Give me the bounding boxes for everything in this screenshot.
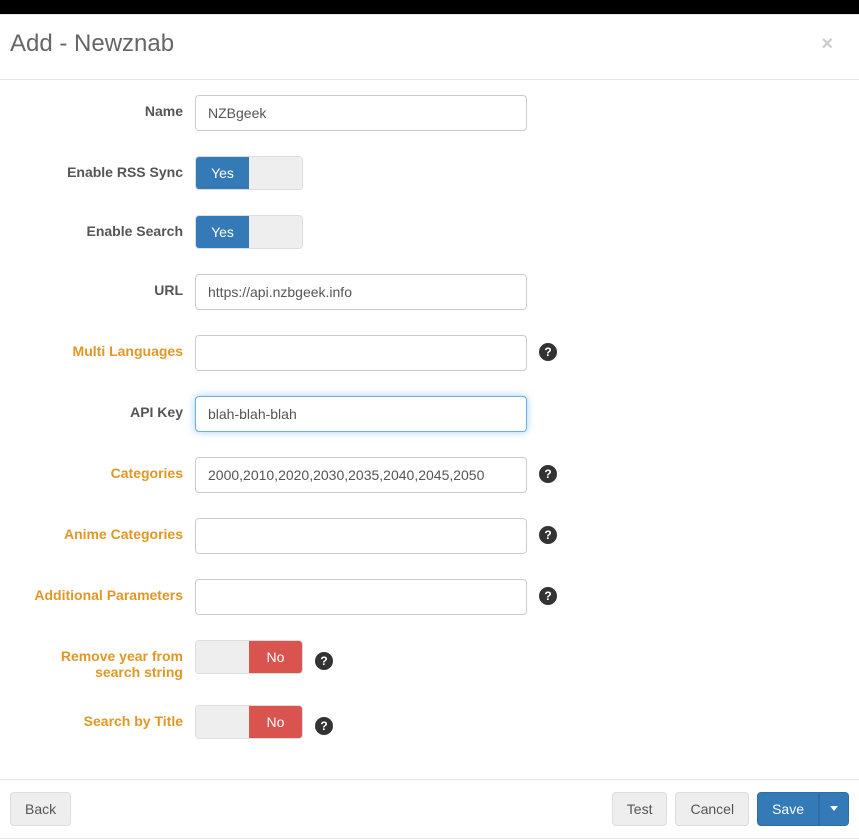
modal-header: Add - Newznab × xyxy=(0,15,859,80)
row-animecat: Anime Categories ? xyxy=(20,518,839,554)
row-categories: Categories ? xyxy=(20,457,839,493)
row-apikey: API Key xyxy=(20,396,839,432)
rss-toggle[interactable]: Yes xyxy=(195,156,303,190)
row-searchtitle: Search by Title No ? xyxy=(20,705,839,739)
help-icon[interactable]: ? xyxy=(315,652,333,670)
label-searchtitle: Search by Title xyxy=(20,705,195,729)
row-name: Name xyxy=(20,95,839,131)
label-rss: Enable RSS Sync xyxy=(20,156,195,180)
url-input[interactable] xyxy=(195,274,527,310)
control-searchtitle: No ? xyxy=(195,705,333,739)
back-button[interactable]: Back xyxy=(10,792,71,826)
label-search: Enable Search xyxy=(20,215,195,239)
toggle-off-blank xyxy=(249,157,302,189)
control-search: Yes xyxy=(195,215,527,249)
row-addlparams: Additional Parameters ? xyxy=(20,579,839,615)
help-icon[interactable]: ? xyxy=(315,717,333,735)
toggle-on-label: Yes xyxy=(196,216,249,248)
label-url: URL xyxy=(20,274,195,298)
categories-input[interactable] xyxy=(195,457,527,493)
label-name: Name xyxy=(20,95,195,119)
searchtitle-toggle[interactable]: No xyxy=(195,705,303,739)
control-apikey xyxy=(195,396,527,432)
toggle-off-label: No xyxy=(249,706,302,738)
control-name xyxy=(195,95,527,131)
control-addlparams xyxy=(195,579,527,615)
cancel-button[interactable]: Cancel xyxy=(675,792,749,826)
row-multilang: Multi Languages ? xyxy=(20,335,839,371)
toggle-off-blank xyxy=(249,216,302,248)
close-icon[interactable]: × xyxy=(815,34,839,54)
name-input[interactable] xyxy=(195,95,527,131)
modal-body: Name Enable RSS Sync Yes Enable Search Y… xyxy=(0,80,859,779)
chevron-down-icon xyxy=(830,806,838,811)
control-removeyear: No ? xyxy=(195,640,333,674)
control-categories xyxy=(195,457,527,493)
help-icon[interactable]: ? xyxy=(539,465,557,483)
search-toggle[interactable]: Yes xyxy=(195,215,303,249)
control-multilang xyxy=(195,335,527,371)
save-dropdown-button[interactable] xyxy=(819,792,849,826)
animecat-input[interactable] xyxy=(195,518,527,554)
apikey-input[interactable] xyxy=(195,396,527,432)
row-removeyear: Remove year from search string No ? xyxy=(20,640,839,680)
row-url: URL xyxy=(20,274,839,310)
toggle-on-blank xyxy=(196,641,249,673)
label-addlparams: Additional Parameters xyxy=(20,579,195,603)
control-url xyxy=(195,274,527,310)
row-rss: Enable RSS Sync Yes xyxy=(20,156,839,190)
row-search: Enable Search Yes xyxy=(20,215,839,249)
footer-right: Test Cancel Save xyxy=(612,792,849,826)
modal-add-newznab: Add - Newznab × Name Enable RSS Sync Yes… xyxy=(0,14,859,839)
label-apikey: API Key xyxy=(20,396,195,420)
modal-title: Add - Newznab xyxy=(10,30,174,59)
removeyear-toggle[interactable]: No xyxy=(195,640,303,674)
save-button-group: Save xyxy=(757,792,849,826)
control-rss: Yes xyxy=(195,156,527,190)
multilang-input[interactable] xyxy=(195,335,527,371)
save-button[interactable]: Save xyxy=(757,792,819,826)
help-icon[interactable]: ? xyxy=(539,526,557,544)
label-animecat: Anime Categories xyxy=(20,518,195,542)
addlparams-input[interactable] xyxy=(195,579,527,615)
toggle-off-label: No xyxy=(249,641,302,673)
help-icon[interactable]: ? xyxy=(539,343,557,361)
control-animecat xyxy=(195,518,527,554)
label-categories: Categories xyxy=(20,457,195,481)
toggle-on-label: Yes xyxy=(196,157,249,189)
label-multilang: Multi Languages xyxy=(20,335,195,359)
toggle-on-blank xyxy=(196,706,249,738)
test-button[interactable]: Test xyxy=(612,792,668,826)
help-icon[interactable]: ? xyxy=(539,587,557,605)
label-removeyear: Remove year from search string xyxy=(20,640,195,680)
modal-footer: Back Test Cancel Save xyxy=(0,779,859,838)
